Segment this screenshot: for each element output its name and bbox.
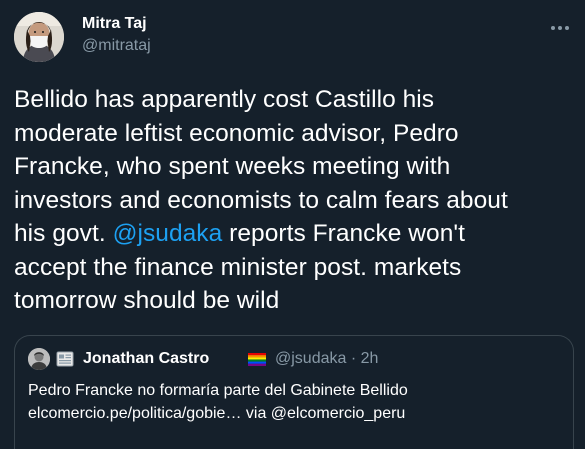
tweet-text-line: moderate leftist economic advisor, Pedro — [14, 117, 574, 151]
tweet-text: Bellido has apparently cost Castillo his… — [14, 83, 574, 318]
tweet: Mitra Taj @mitrataj Bellido has apparent… — [0, 0, 585, 449]
tweet-text-line: Bellido has apparently cost Castillo his — [14, 83, 574, 117]
tweet-text-segment: reports Francke won't — [222, 220, 465, 247]
quoted-timestamp: 2h — [360, 350, 379, 367]
more-horizontal-icon[interactable] — [548, 16, 572, 40]
author-avatar[interactable] — [14, 12, 64, 62]
quoted-tweet-header: Jonathan Castro @jsudaka · 2h — [28, 348, 558, 370]
quoted-text-line: Pedro Francke no formaría parte del Gabi… — [28, 382, 408, 399]
tweet-text-segment: his govt. — [14, 220, 113, 247]
tweet-text-segment: moderate leftist economic advisor, Pedro — [14, 119, 459, 147]
meta-separator: · — [350, 350, 357, 367]
quoted-author-handle: @jsudaka — [275, 350, 347, 367]
tweet-text-segment: Francke, who spent weeks meeting with — [14, 153, 451, 180]
tweet-text-line: tomorrow should be wild — [14, 284, 574, 318]
tweet-text-segment: accept the finance minister post. market… — [14, 253, 462, 281]
newspaper-icon — [56, 350, 74, 368]
author-handle[interactable]: @mitrataj — [82, 37, 151, 55]
quoted-author-name: Jonathan Castro — [83, 350, 210, 367]
rainbow-flag-icon — [248, 353, 266, 366]
tweet-text-segment: investors and economists to calm fears a… — [14, 186, 508, 214]
mention-link[interactable]: @jsudaka — [113, 220, 223, 247]
quoted-author-meta: @jsudaka · 2h — [275, 350, 378, 368]
quoted-author-avatar — [28, 348, 50, 370]
tweet-text-segment: Bellido has apparently cost Castillo his — [14, 86, 435, 113]
tweet-text-segment: tomorrow should be wild — [14, 287, 280, 314]
author-name[interactable]: Mitra Taj — [82, 15, 147, 33]
tweet-text-line: accept the finance minister post. market… — [14, 251, 574, 285]
tweet-text-line: investors and economists to calm fears a… — [14, 184, 574, 218]
quoted-text-line: elcomercio.pe/politica/gobie… via @elcom… — [28, 405, 406, 422]
tweet-text-line: Francke, who spent weeks meeting with — [14, 150, 574, 184]
quoted-tweet[interactable]: Jonathan Castro @jsudaka · 2h Pedro Fran… — [14, 335, 574, 449]
tweet-text-line: his govt. @jsudaka reports Francke won't — [14, 217, 574, 251]
quoted-tweet-text: Pedro Francke no formaría parte del Gabi… — [28, 379, 568, 425]
tweet-header: Mitra Taj @mitrataj — [14, 12, 574, 64]
